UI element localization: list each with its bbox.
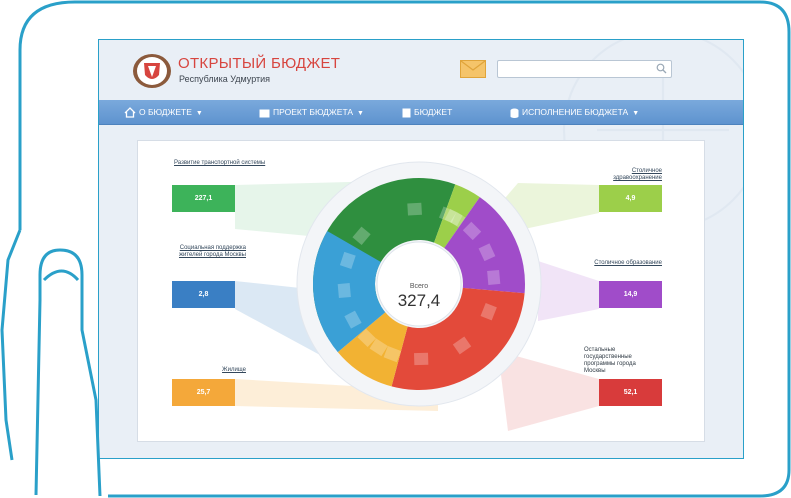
category-value-social[interactable]: 2,8	[172, 281, 235, 308]
category-value-transport[interactable]: 227,1	[172, 185, 235, 212]
chevron-down-icon: ▼	[632, 110, 640, 117]
search-icon[interactable]	[656, 63, 667, 74]
site-header: ОТКРЫТЫЙ БЮДЖЕТ Республика Удмуртия	[99, 40, 743, 100]
nav-item-budget[interactable]: БЮДЖЕТ	[402, 100, 452, 124]
home-icon	[124, 107, 136, 118]
main-navigation: О БЮДЖЕТЕ ▼ ПРОЕКТ БЮДЖЕТА ▼ БЮДЖЕТ ИСПОЛН…	[99, 100, 743, 125]
nav-item-budget-project-label: ПРОЕКТ БЮДЖЕТА	[273, 107, 354, 117]
budget-infographic-card: Развитие транспортной системы 227,1 Соци…	[137, 140, 705, 442]
udmurtia-emblem-icon[interactable]	[132, 53, 172, 89]
nav-item-about-budget-label: О БЮДЖЕТЕ	[139, 107, 192, 117]
category-value-other-programs[interactable]: 52,1	[599, 379, 662, 406]
category-label-other-programs[interactable]: Остальные государственные программы горо…	[584, 347, 642, 375]
donut-illustration-block	[414, 352, 429, 366]
category-value-housing[interactable]: 25,7	[172, 379, 235, 406]
total-value: 327,4	[397, 291, 441, 310]
site-title[interactable]: ОТКРЫТЫЙ БЮДЖЕТ	[178, 55, 340, 72]
document-icon	[402, 108, 411, 118]
chevron-down-icon: ▼	[195, 110, 203, 117]
donut-illustration-block	[407, 202, 422, 216]
site-subtitle: Республика Удмуртия	[179, 74, 271, 84]
category-link-social[interactable]: Социальная поддержка жителей города Моск…	[174, 245, 246, 259]
nav-item-budget-execution[interactable]: ИСПОЛНЕНИЕ БЮДЖЕТА ▼	[510, 100, 639, 124]
donut-illustration-block	[337, 283, 351, 299]
wallet-icon	[259, 109, 270, 118]
search-input[interactable]	[497, 60, 672, 78]
category-value-education[interactable]: 14,9	[599, 281, 662, 308]
nav-item-budget-project[interactable]: ПРОЕКТ БЮДЖЕТА ▼	[259, 100, 364, 124]
nav-item-budget-execution-label: ИСПОЛНЕНИЕ БЮДЖЕТА	[522, 107, 629, 117]
chevron-down-icon: ▼	[357, 110, 364, 117]
category-link-transport[interactable]: Развитие транспортной системы	[174, 160, 265, 167]
category-link-healthcare[interactable]: Столичное здравоохранение	[582, 168, 662, 182]
browser-screen: ОТКРЫТЫЙ БЮДЖЕТ Республика Удмуртия О БЮ…	[99, 40, 743, 458]
category-value-healthcare[interactable]: 4,9	[599, 185, 662, 212]
total-label: Всего	[409, 283, 429, 290]
coins-icon	[510, 108, 519, 118]
nav-item-budget-label: БЮДЖЕТ	[414, 107, 453, 117]
category-link-housing[interactable]: Жилище	[174, 367, 246, 374]
mail-icon[interactable]	[460, 60, 486, 78]
category-link-education[interactable]: Столичное образование	[582, 260, 662, 267]
nav-item-about-budget[interactable]: О БЮДЖЕТЕ ▼	[124, 100, 203, 124]
donut-illustration-block	[487, 269, 501, 285]
